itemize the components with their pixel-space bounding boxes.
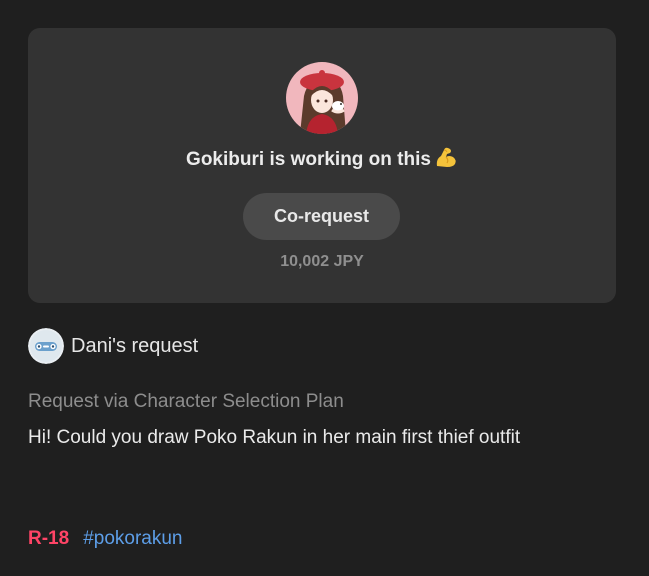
requester-avatar[interactable]: [28, 328, 64, 364]
requester-name[interactable]: Dani's request: [71, 335, 198, 358]
request-amount: 10,002 JPY: [280, 253, 364, 270]
working-status: Gokiburi is working on this: [28, 146, 616, 171]
rating-tag: R-18: [28, 528, 70, 549]
requester-row: Dani's request: [28, 328, 198, 364]
creator-avatar-image: [286, 62, 358, 134]
flexed-biceps-icon: [436, 147, 456, 167]
creator-avatar[interactable]: [286, 62, 358, 134]
request-message: Hi! Could you draw Poko Rakun in her mai…: [28, 427, 521, 448]
plan-label: Request via Character Selection Plan: [28, 391, 344, 412]
status-card: Gokiburi is working on this Co-request 1…: [28, 28, 616, 303]
working-status-text: Gokiburi is working on this: [186, 149, 431, 170]
requester-avatar-image: [28, 328, 64, 364]
co-request-button[interactable]: Co-request: [243, 193, 400, 240]
hashtag-link[interactable]: #pokorakun: [83, 528, 182, 549]
request-page: Gokiburi is working on this Co-request 1…: [0, 0, 649, 576]
tags-row: R-18 #pokorakun: [28, 528, 182, 550]
